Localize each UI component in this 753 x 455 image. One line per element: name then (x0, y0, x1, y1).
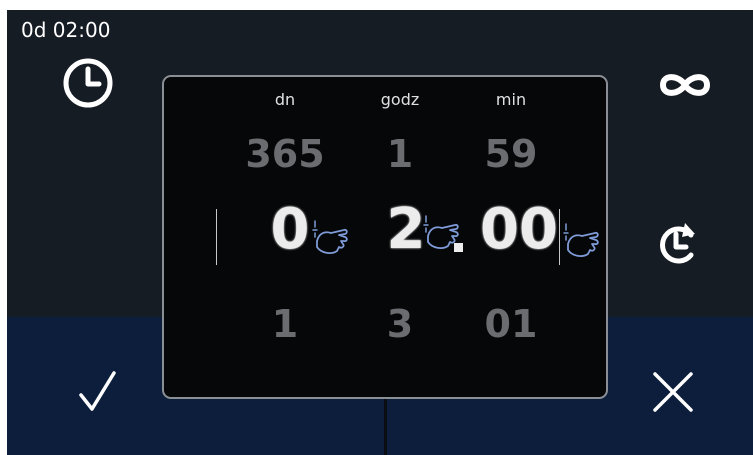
left-cursor-line (216, 209, 217, 265)
hours-next-value[interactable]: 3 (340, 302, 460, 346)
minutes-next-value[interactable]: 01 (451, 302, 571, 346)
close-icon (653, 372, 693, 412)
days-label: dn (274, 90, 296, 109)
right-cursor-line (559, 209, 560, 265)
days-prev-value[interactable]: 365 (225, 132, 345, 176)
days-next-value[interactable]: 1 (225, 302, 345, 346)
infinity-icon (659, 74, 711, 96)
minutes-prev-value[interactable]: 59 (451, 132, 571, 176)
days-value[interactable]: 0 (262, 197, 318, 262)
time-picker-dialog: dn godz min 365 1 59 0 2 00 1 3 01 (162, 75, 608, 399)
checkmark-icon (79, 371, 116, 411)
infinity-button[interactable] (643, 60, 727, 110)
cancel-button[interactable] (623, 352, 723, 432)
confirm-button[interactable] (47, 352, 147, 432)
time-readout: 0d 02:00 (21, 18, 111, 42)
repeat-timer-button[interactable] (635, 208, 719, 278)
touch-hand-icon (423, 215, 459, 249)
timer-screen: 0d 02:00 dn godz min 365 1 59 0 2 00 1 3… (7, 10, 753, 455)
touch-hand-icon (563, 223, 599, 257)
hours-prev-value[interactable]: 1 (340, 132, 460, 176)
touch-hand-icon (312, 220, 348, 254)
minutes-value[interactable]: 00 (480, 197, 558, 262)
clock-button[interactable] (55, 52, 121, 114)
minutes-label: min (495, 90, 527, 109)
hours-label: godz (380, 90, 420, 109)
clock-icon (63, 58, 113, 108)
repeat-clock-icon (660, 223, 695, 264)
